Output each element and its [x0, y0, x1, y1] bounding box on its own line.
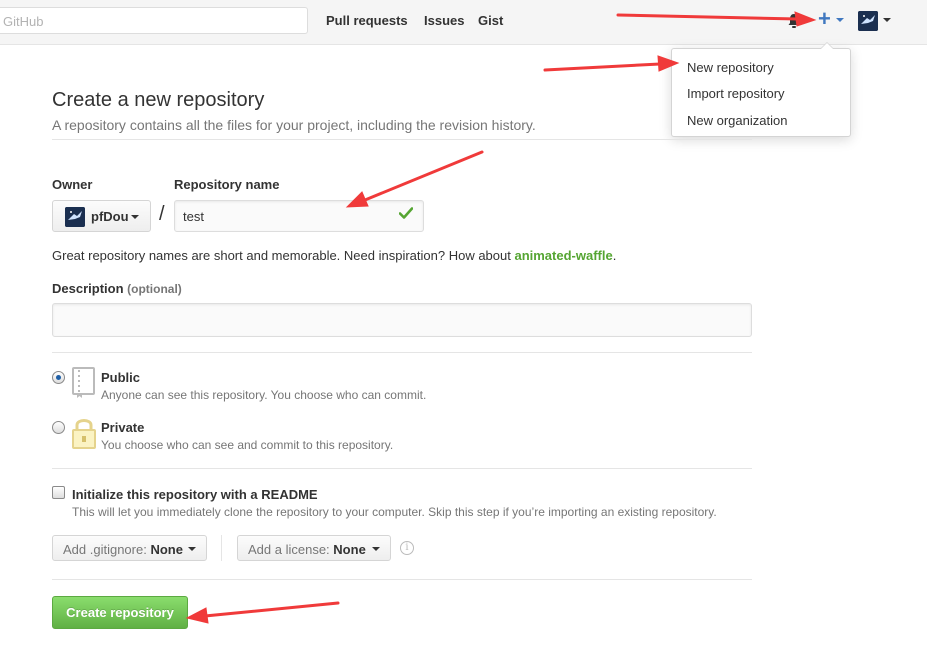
chevron-down-icon[interactable]	[883, 18, 891, 22]
repository-name-input[interactable]: test	[174, 200, 424, 232]
init-readme-title: Initialize this repository with a README	[72, 487, 318, 502]
chevron-down-icon	[188, 547, 196, 551]
divider	[52, 139, 752, 140]
avatar[interactable]	[858, 11, 878, 31]
divider	[52, 468, 752, 469]
menu-item-import-repository[interactable]: Import repository	[687, 86, 785, 101]
site-header: GitHub Pull requests Issues Gist +	[0, 0, 927, 45]
private-radio[interactable]	[52, 421, 65, 434]
page-subtitle: A repository contains all the files for …	[52, 117, 536, 133]
lock-icon	[72, 417, 96, 452]
private-title: Private	[101, 420, 145, 435]
avatar	[65, 207, 85, 227]
annotation-arrow	[203, 601, 340, 618]
chevron-down-icon[interactable]	[836, 18, 844, 22]
chevron-down-icon	[372, 547, 380, 551]
name-hint: Great repository names are short and mem…	[52, 248, 617, 263]
check-icon	[398, 207, 414, 222]
divider	[52, 579, 752, 580]
create-new-dropdown: New repository Import repository New org…	[671, 42, 851, 137]
description-label: Description (optional)	[52, 281, 182, 296]
init-readme-desc: This will let you immediately clone the …	[72, 505, 717, 519]
bell-icon[interactable]	[787, 13, 801, 32]
chevron-down-icon	[131, 215, 139, 219]
slash-separator: /	[159, 203, 165, 225]
divider	[52, 352, 752, 353]
annotation-arrow	[543, 62, 662, 72]
owner-name: pfDou	[91, 209, 129, 224]
owner-select[interactable]: pfDou	[52, 200, 151, 232]
description-input[interactable]	[52, 303, 752, 337]
nav-gist[interactable]: Gist	[478, 13, 503, 28]
info-icon[interactable]: i	[400, 541, 414, 555]
license-select[interactable]: Add a license: None	[237, 535, 391, 561]
create-repository-button[interactable]: Create repository	[52, 596, 188, 629]
divider	[221, 535, 222, 561]
owner-label: Owner	[52, 177, 93, 192]
plus-icon[interactable]: +	[818, 8, 831, 30]
search-input[interactable]: GitHub	[0, 7, 308, 34]
nav-pull-requests[interactable]: Pull requests	[326, 13, 408, 28]
init-readme-checkbox[interactable]	[52, 486, 65, 499]
nav-issues[interactable]: Issues	[424, 13, 464, 28]
public-title: Public	[101, 370, 141, 385]
annotation-arrow	[363, 150, 484, 202]
menu-item-new-repository[interactable]: New repository	[687, 60, 774, 75]
public-desc: Anyone can see this repository. You choo…	[101, 388, 427, 402]
optional-tag: (optional)	[127, 282, 182, 296]
page-title: Create a new repository	[52, 89, 265, 111]
suggested-name-link[interactable]: animated-waffle	[514, 248, 612, 263]
menu-item-new-organization[interactable]: New organization	[687, 113, 787, 128]
repo-book-icon	[72, 367, 96, 402]
gitignore-select[interactable]: Add .gitignore: None	[52, 535, 207, 561]
repo-name-label: Repository name	[174, 177, 280, 192]
private-desc: You choose who can see and commit to thi…	[101, 438, 394, 452]
public-radio[interactable]	[52, 371, 65, 384]
